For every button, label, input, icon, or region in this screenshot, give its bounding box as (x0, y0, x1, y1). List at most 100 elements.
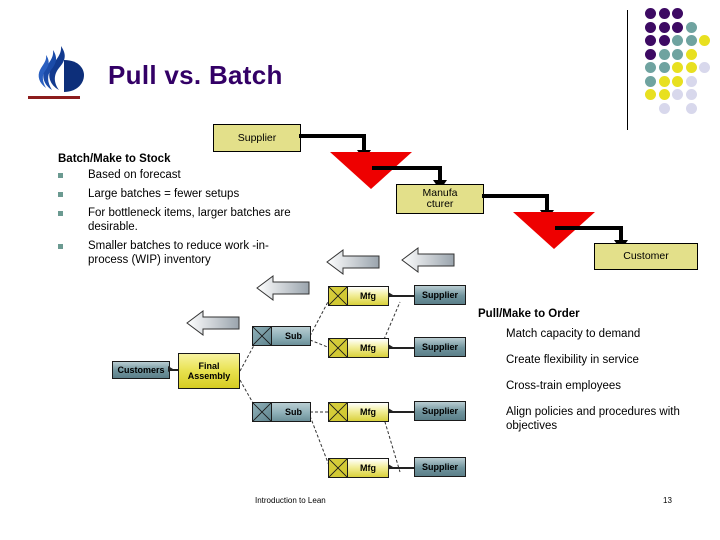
flow-connector-4 (555, 226, 623, 230)
batch-heading: Batch/Make to Stock (58, 153, 171, 165)
decorative-dot (645, 62, 656, 73)
link-arrow-customers (168, 366, 173, 372)
pull-node-supplier-3[interactable]: Supplier (414, 401, 466, 421)
batch-node-manufacturer[interactable]: Manufa cturer (396, 184, 484, 214)
decorative-dot (672, 21, 683, 33)
page-title: Pull vs. Batch (108, 60, 283, 90)
batch-node-supplier[interactable]: Supplier (213, 124, 301, 152)
decorative-dot (645, 8, 656, 19)
batch-node-customer-label: Customer (623, 250, 669, 262)
header-vertical-rule (627, 10, 628, 130)
flow-connector-2 (372, 166, 442, 170)
decorative-dot (658, 62, 670, 73)
pull-node-supplier-3-label: Supplier (421, 406, 458, 416)
bullet-icon (58, 244, 63, 249)
batch-bullet-3: For bottleneck items, larger batches are… (88, 207, 291, 233)
bullet-icon (58, 192, 63, 197)
pull-node-sub-2-label: Sub (285, 407, 302, 417)
pull-node-supplier-1-label: Supplier (421, 290, 458, 300)
decorative-dot (672, 75, 683, 87)
decorative-dot (645, 21, 656, 33)
pull-node-supplier-2-label: Supplier (421, 342, 458, 352)
georgia-state-flame-logo (28, 40, 90, 102)
footer-page-number: 13 (663, 496, 672, 505)
kanban-card-mfg-1 (328, 286, 348, 306)
batch-bullet-1: Based on forecast (88, 169, 181, 181)
decorative-dot (658, 75, 670, 87)
link-arrow-mfg-2 (388, 344, 393, 350)
decorative-dot (685, 75, 697, 87)
decorative-dot (645, 75, 656, 87)
pull-node-sub-2[interactable]: Sub (271, 402, 311, 422)
pull-network-diagram: Customers Final Assembly Sub Sub Mfg Sup… (100, 240, 472, 490)
decorative-dot (685, 102, 697, 114)
pull-node-supplier-1[interactable]: Supplier (414, 285, 466, 305)
pull-node-supplier-4[interactable]: Supplier (414, 457, 466, 477)
kanban-card-mfg-3 (328, 402, 348, 422)
decorative-dot (672, 35, 683, 46)
pull-item-2: Create flexibility in service (506, 354, 639, 366)
pull-node-final-assembly[interactable]: Final Assembly (178, 353, 240, 389)
pull-node-supplier-2[interactable]: Supplier (414, 337, 466, 357)
pull-node-mfg-3[interactable]: Mfg (347, 402, 389, 422)
decorative-dot (685, 35, 697, 46)
decorative-dot (658, 8, 670, 19)
decorative-dot (645, 48, 656, 60)
decorative-dot-grid (645, 8, 715, 116)
batch-node-supplier-label: Supplier (237, 131, 277, 144)
decorative-dot (685, 21, 697, 33)
batch-node-customer[interactable]: Customer (594, 243, 698, 270)
pull-node-customers[interactable]: Customers (112, 361, 170, 379)
pull-node-mfg-4-label: Mfg (360, 463, 376, 473)
link-arrow-mfg-3 (388, 408, 393, 414)
decorative-dot (658, 102, 670, 114)
pull-heading: Pull/Make to Order (478, 308, 580, 320)
pull-node-customers-label: Customers (117, 365, 165, 375)
decorative-dot (672, 89, 683, 100)
pull-node-mfg-2-label: Mfg (360, 343, 376, 353)
bullet-icon (58, 173, 63, 178)
decorative-dot (645, 35, 656, 46)
link-arrow-mfg-4 (388, 464, 393, 470)
link-arrow-mfg-1 (388, 292, 393, 298)
decorative-dot (685, 62, 697, 73)
pull-node-final-assembly-line1: Final (198, 361, 220, 371)
kanban-card-mfg-2 (328, 338, 348, 358)
decorative-dot (672, 62, 683, 73)
kanban-card-sub-2 (252, 402, 272, 422)
decorative-dot (658, 35, 670, 46)
flow-connector-1 (299, 134, 366, 138)
slide-canvas: Pull vs. Batch Supplier Manufa cturer Cu… (0, 0, 720, 540)
pull-item-1: Match capacity to demand (506, 328, 641, 340)
decorative-dot (685, 89, 697, 100)
pull-node-sub-1[interactable]: Sub (271, 326, 311, 346)
decorative-dot (699, 35, 710, 46)
pull-item-3: Cross-train employees (506, 380, 622, 392)
pull-node-mfg-1-label: Mfg (360, 291, 376, 301)
decorative-dot (658, 21, 670, 33)
pull-node-mfg-1[interactable]: Mfg (347, 286, 389, 306)
pull-node-sub-1-label: Sub (285, 331, 302, 341)
list-item: Large batches = fewer setups (58, 187, 306, 201)
footer-title: Introduction to Lean (255, 496, 326, 505)
pull-item-4: Align policies and procedures with objec… (506, 406, 680, 432)
pull-node-mfg-4[interactable]: Mfg (347, 458, 389, 478)
decorative-dot (699, 62, 710, 73)
pull-node-mfg-2[interactable]: Mfg (347, 338, 389, 358)
logo-underline (28, 96, 80, 99)
decorative-dot (685, 48, 697, 60)
decorative-dot (672, 48, 683, 60)
pull-node-mfg-3-label: Mfg (360, 407, 376, 417)
batch-bullet-2: Large batches = fewer setups (88, 188, 240, 200)
decorative-dot (645, 89, 656, 100)
pull-node-final-assembly-line2: Assembly (187, 371, 231, 381)
decorative-dot (672, 8, 683, 19)
list-item: For bottleneck items, larger batches are… (58, 206, 306, 234)
list-item: Based on forecast (58, 168, 306, 182)
inventory-triangle-2 (513, 212, 595, 249)
decorative-dot (658, 48, 670, 60)
pull-node-supplier-4-label: Supplier (421, 462, 458, 472)
pull-text-block: Pull/Make to Order Match capacity to dem… (478, 308, 708, 445)
decorative-dot (658, 89, 670, 100)
kanban-card-sub-1 (252, 326, 272, 346)
